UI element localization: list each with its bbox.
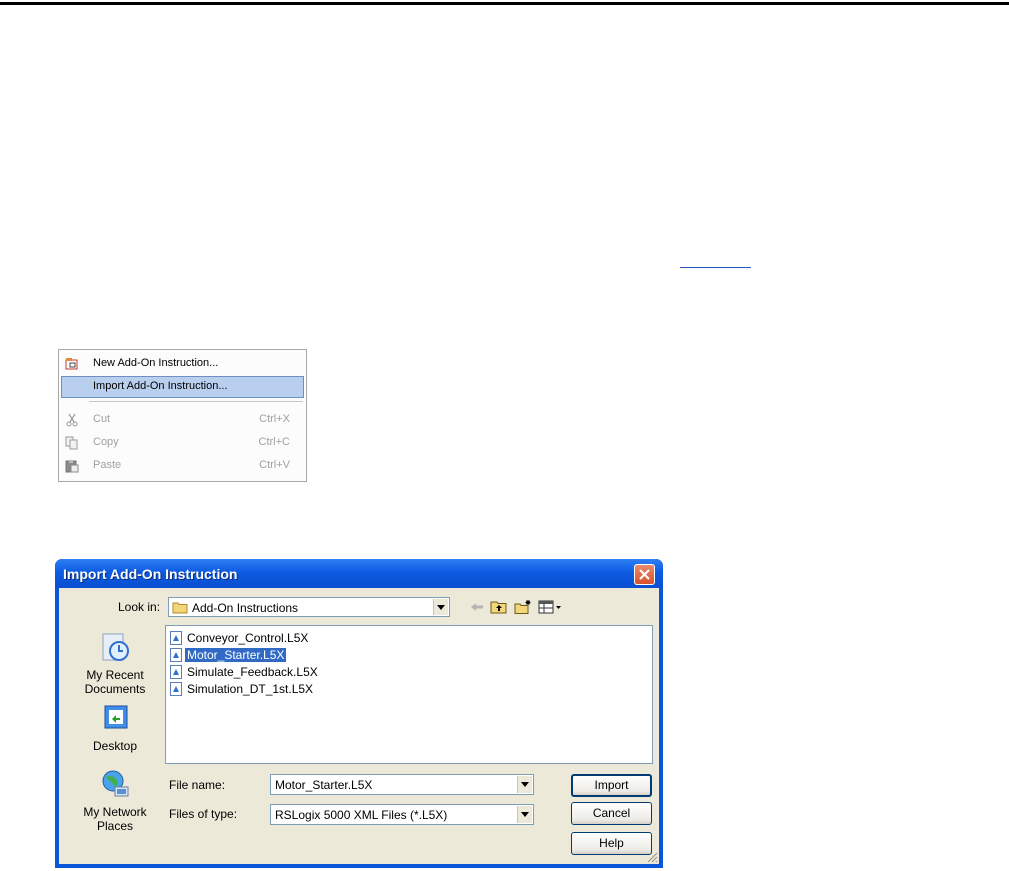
menu-item-shortcut: Ctrl+C xyxy=(258,436,290,448)
back-arrow-icon[interactable] xyxy=(468,599,486,615)
view-menu-icon[interactable] xyxy=(538,599,564,615)
network-places-icon xyxy=(102,770,129,797)
look-in-combo[interactable]: Add-On Instructions xyxy=(168,597,450,617)
dialog-title: Import Add-On Instruction xyxy=(63,566,238,582)
place-label: My Network xyxy=(83,805,147,819)
place-my-network-places[interactable]: My Network Places xyxy=(67,767,163,833)
new-folder-icon[interactable] xyxy=(514,599,532,615)
dialog-titlebar[interactable]: Import Add-On Instruction xyxy=(55,559,663,588)
menu-item-shortcut: Ctrl+X xyxy=(259,413,290,425)
file-type-select[interactable]: RSLogix 5000 XML Files (*.L5X) xyxy=(270,804,534,825)
menu-item-shortcut: Ctrl+V xyxy=(259,459,290,471)
chevron-down-icon[interactable] xyxy=(517,776,532,793)
close-icon xyxy=(639,569,650,580)
file-name: Simulate_Feedback.L5X xyxy=(187,665,318,679)
menu-separator xyxy=(89,401,303,402)
place-label: Desktop xyxy=(92,739,138,753)
l5x-file-icon xyxy=(170,665,182,679)
look-in-label: Look in: xyxy=(118,600,161,614)
desktop-icon xyxy=(104,705,128,729)
cancel-button[interactable]: Cancel xyxy=(571,802,652,825)
place-label: Places xyxy=(96,819,134,833)
menu-item-new-add-on-instruction[interactable]: New Add-On Instruction... xyxy=(61,353,304,375)
dialog-client-area: Look in: Add-On Instructions My Recent D… xyxy=(59,588,659,864)
look-in-value: Add-On Instructions xyxy=(192,601,299,615)
l5x-file-icon xyxy=(170,648,182,662)
l5x-file-icon xyxy=(170,631,182,645)
hyperlink-underline[interactable] xyxy=(680,255,751,268)
folder-icon xyxy=(172,602,188,614)
file-type-label: Files of type: xyxy=(169,807,238,821)
menu-item-cut[interactable]: Cut Ctrl+X xyxy=(61,409,304,431)
file-list[interactable]: Conveyor_Control.L5X Motor_Starter.L5X S… xyxy=(165,625,653,764)
import-button[interactable]: Import xyxy=(571,774,652,797)
place-label: Documents xyxy=(84,682,146,696)
chevron-down-icon[interactable] xyxy=(433,599,448,615)
places-bar: My Recent Documents Desktop My Network P… xyxy=(67,626,163,864)
place-my-recent-documents[interactable]: My Recent Documents xyxy=(67,630,163,696)
close-button[interactable] xyxy=(634,564,655,585)
recent-documents-icon xyxy=(102,633,129,661)
help-button[interactable]: Help xyxy=(571,832,652,855)
file-name: Simulation_DT_1st.L5X xyxy=(187,682,314,696)
menu-item-import-add-on-instruction[interactable]: Import Add-On Instruction... xyxy=(61,376,304,398)
file-name-input[interactable]: Motor_Starter.L5X xyxy=(270,774,534,795)
scissors-icon xyxy=(66,413,78,427)
menu-item-paste[interactable]: Paste Ctrl+V xyxy=(61,455,304,477)
menu-item-label: New Add-On Instruction... xyxy=(93,357,219,369)
place-label: My Recent xyxy=(86,668,144,682)
menu-item-label: Paste xyxy=(93,459,122,471)
paste-icon xyxy=(65,460,79,473)
l5x-file-icon xyxy=(170,682,182,696)
chevron-down-icon[interactable] xyxy=(517,806,532,823)
file-name: Motor_Starter.L5X xyxy=(185,648,287,662)
up-folder-icon[interactable] xyxy=(490,599,508,615)
file-name-label: File name: xyxy=(169,778,226,792)
menu-item-label: Copy xyxy=(93,436,119,448)
context-menu: New Add-On Instruction... Import Add-On … xyxy=(58,349,307,482)
copy-icon xyxy=(65,436,78,450)
top-rule xyxy=(0,2,1009,5)
new-aoi-icon xyxy=(65,358,78,370)
resize-grip-icon[interactable] xyxy=(646,851,658,863)
menu-item-label: Cut xyxy=(93,413,111,425)
menu-item-label: Import Add-On Instruction... xyxy=(93,380,228,392)
import-dialog: Import Add-On Instruction Look in: Add-O… xyxy=(55,559,663,868)
place-desktop[interactable]: Desktop xyxy=(67,701,163,753)
file-name: Conveyor_Control.L5X xyxy=(187,631,309,645)
file-name-value: Motor_Starter.L5X xyxy=(275,778,373,792)
menu-item-copy[interactable]: Copy Ctrl+C xyxy=(61,432,304,454)
file-type-value: RSLogix 5000 XML Files (*.L5X) xyxy=(275,808,448,822)
